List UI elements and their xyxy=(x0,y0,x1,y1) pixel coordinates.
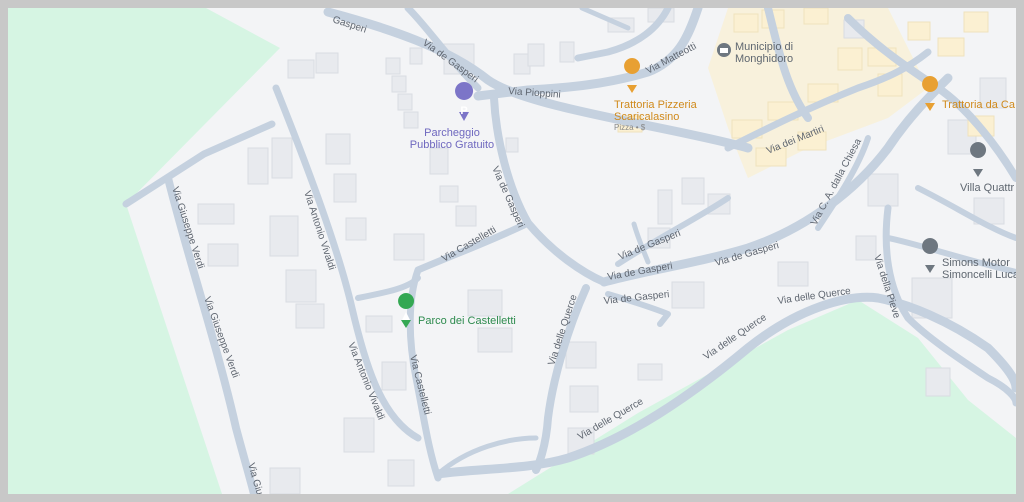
parking-glyph: P xyxy=(460,105,467,117)
trattoria1-sub: Pizza • $ xyxy=(614,123,646,132)
trattoria2-name: Trattoria da Ca xyxy=(942,99,1016,111)
simons-name-2: Simoncelli Luca xyxy=(942,269,1016,281)
location-pin-icon xyxy=(970,142,987,177)
parking-name: Parcheggio xyxy=(424,127,480,139)
parking-name-2: Pubblico Gratuito xyxy=(410,139,494,151)
map-canvas[interactable]: Gasperi Via de Gasperi Via Pioppini Via … xyxy=(8,8,1016,494)
street-label: Via Pioppini xyxy=(508,86,561,101)
location-pin-icon xyxy=(922,238,939,273)
street-label: Via Castelletti xyxy=(407,354,432,416)
park-west xyxy=(8,8,280,494)
municipio-name: Municipio di xyxy=(735,41,793,53)
poi-simons[interactable]: Simons Motor Simoncelli Luca xyxy=(922,238,1016,281)
trattoria1-name: Trattoria Pizzeria xyxy=(614,99,698,111)
municipio-name-2: Monghidoro xyxy=(735,53,793,65)
street-label: Via Castelletti xyxy=(440,225,498,265)
map-layer: Gasperi Via de Gasperi Via Pioppini Via … xyxy=(8,8,1016,494)
simons-name: Simons Motor xyxy=(942,257,1010,269)
trattoria1-name-2: Scaricalasino xyxy=(614,111,679,123)
villa-name: Villa Quattr xyxy=(960,182,1015,194)
street-label: Via Matteotti xyxy=(644,41,698,77)
parco-name: Parco dei Castelletti xyxy=(418,315,516,327)
